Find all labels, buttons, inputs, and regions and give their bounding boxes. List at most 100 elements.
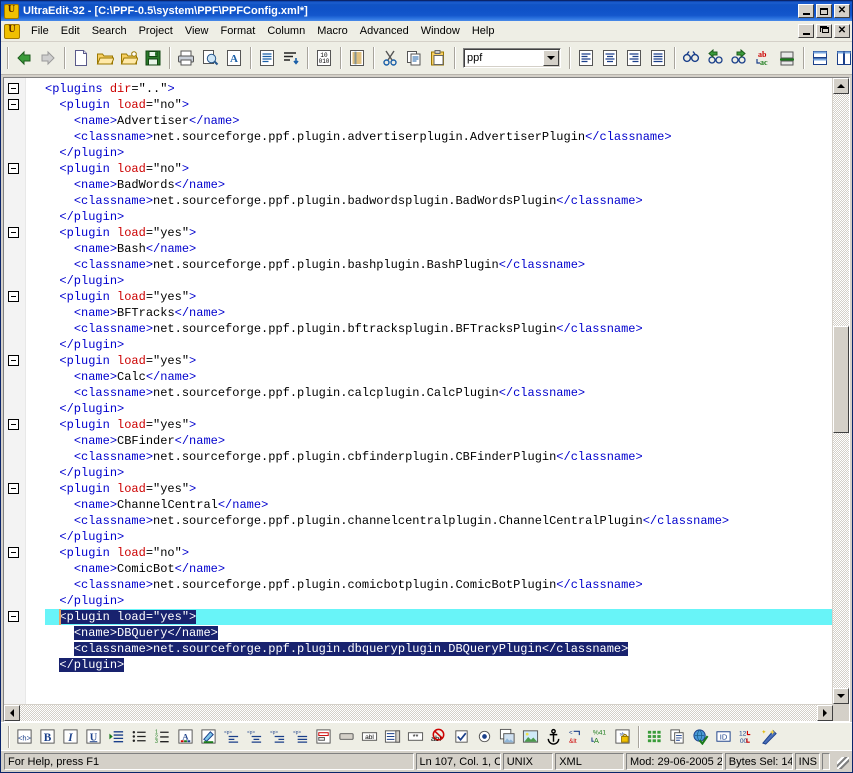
mdi-close-button[interactable]: ✕ xyxy=(834,24,850,38)
chevron-down-icon[interactable] xyxy=(543,50,559,66)
fold-toggle-icon[interactable] xyxy=(8,163,19,174)
paragraph-left-icon[interactable]: <p> xyxy=(220,725,243,748)
scroll-down-button[interactable] xyxy=(833,688,849,704)
status-line-ending[interactable]: UNIX xyxy=(502,753,554,770)
code-line[interactable]: <name>ChannelCentral</name> xyxy=(45,497,832,513)
code-line[interactable]: <classname>net.sourceforge.ppf.plugin.bf… xyxy=(45,321,832,337)
fold-toggle-icon[interactable] xyxy=(8,611,19,622)
find-icon[interactable] xyxy=(679,46,703,70)
find-previous-icon[interactable] xyxy=(703,46,727,70)
resize-grip[interactable] xyxy=(834,753,850,770)
code-line[interactable]: <classname>net.sourceforge.ppf.plugin.ba… xyxy=(45,257,832,273)
code-line[interactable]: <classname>net.sourceforge.ppf.plugin.ca… xyxy=(45,385,832,401)
code-line[interactable]: <plugins dir=".."> xyxy=(45,81,832,97)
menu-item-file[interactable]: File xyxy=(25,23,55,39)
word-wrap-icon[interactable] xyxy=(255,46,279,70)
vertical-scrollbar[interactable] xyxy=(832,78,849,704)
print-preview-icon[interactable] xyxy=(198,46,222,70)
menu-item-column[interactable]: Column xyxy=(261,23,311,39)
vertical-scroll-track[interactable] xyxy=(833,94,849,688)
menu-item-project[interactable]: Project xyxy=(133,23,179,39)
code-line[interactable]: <plugin load="yes"> xyxy=(45,289,832,305)
code-line[interactable]: <plugin load="yes"> xyxy=(45,417,832,433)
code-line[interactable]: <name>Calc</name> xyxy=(45,369,832,385)
text-field-icon[interactable]: abl xyxy=(358,725,381,748)
code-line[interactable]: </plugin> xyxy=(45,593,832,609)
validate-icon[interactable] xyxy=(689,725,712,748)
code-line[interactable]: <classname>net.sourceforge.ppf.plugin.ad… xyxy=(45,129,832,145)
scroll-up-button[interactable] xyxy=(833,78,849,94)
cut-icon[interactable] xyxy=(378,46,402,70)
no-abbr-icon[interactable]: abr xyxy=(427,725,450,748)
document-menu-icon[interactable] xyxy=(4,23,20,39)
hex-edit-icon[interactable]: 10 010 xyxy=(312,46,336,70)
code-line[interactable]: <classname>net.sourceforge.ppf.plugin.co… xyxy=(45,577,832,593)
indent-icon[interactable] xyxy=(105,725,128,748)
scroll-right-button[interactable] xyxy=(817,705,833,721)
open-recent-icon[interactable] xyxy=(117,46,141,70)
align-right-icon[interactable] xyxy=(622,46,646,70)
secure-page-icon[interactable]: sh xyxy=(611,725,634,748)
entity-icon[interactable]: < &lt xyxy=(565,725,588,748)
underline-icon[interactable]: U xyxy=(82,725,105,748)
password-field-icon[interactable]: ** xyxy=(404,725,427,748)
list-box-icon[interactable] xyxy=(381,725,404,748)
fold-toggle-icon[interactable] xyxy=(8,419,19,430)
fold-toggle-icon[interactable] xyxy=(8,355,19,366)
code-line[interactable]: <plugin load="yes"> xyxy=(45,609,832,625)
align-center-icon[interactable] xyxy=(598,46,622,70)
function-list-combo[interactable]: ppf xyxy=(463,48,561,68)
id-icon[interactable]: ID xyxy=(712,725,735,748)
code-line[interactable]: <name>BFTracks</name> xyxy=(45,305,832,321)
paste-icon[interactable] xyxy=(426,46,450,70)
paragraph-center-icon[interactable]: <p> xyxy=(243,725,266,748)
table-copy-icon[interactable] xyxy=(666,725,689,748)
code-line[interactable]: <classname>net.sourceforge.ppf.plugin.cb… xyxy=(45,449,832,465)
code-line[interactable]: <plugin load="no"> xyxy=(45,545,832,561)
status-insert-mode[interactable]: INS xyxy=(794,753,821,770)
anchor-icon[interactable] xyxy=(542,725,565,748)
fold-toggle-icon[interactable] xyxy=(8,227,19,238)
code-line[interactable]: <classname>net.sourceforge.ppf.plugin.ba… xyxy=(45,193,832,209)
menu-item-view[interactable]: View xyxy=(179,23,215,39)
form-icon[interactable] xyxy=(312,725,335,748)
code-line[interactable]: </plugin> xyxy=(45,145,832,161)
menu-item-advanced[interactable]: Advanced xyxy=(354,23,415,39)
tile-vertical-icon[interactable] xyxy=(832,46,853,70)
print-icon[interactable] xyxy=(174,46,198,70)
table-icon[interactable] xyxy=(643,725,666,748)
menu-item-window[interactable]: Window xyxy=(415,23,466,39)
numbered-list-icon[interactable]: 123 xyxy=(151,725,174,748)
code-line[interactable]: <classname>net.sourceforge.ppf.plugin.db… xyxy=(45,641,832,657)
fold-toggle-icon[interactable] xyxy=(8,99,19,110)
menu-item-macro[interactable]: Macro xyxy=(311,23,354,39)
code-line[interactable]: </plugin> xyxy=(45,529,832,545)
special-char-icon[interactable]: %41 A xyxy=(588,725,611,748)
status-file-type[interactable]: XML xyxy=(555,753,624,770)
open-folder-icon[interactable] xyxy=(93,46,117,70)
code-line[interactable]: </plugin> xyxy=(45,401,832,417)
button-icon[interactable] xyxy=(335,725,358,748)
save-icon[interactable] xyxy=(141,46,165,70)
forward-icon[interactable] xyxy=(36,46,60,70)
replace-icon[interactable]: ab ac xyxy=(751,46,775,70)
code-line[interactable]: <name>Advertiser</name> xyxy=(45,113,832,129)
find-in-files-icon[interactable] xyxy=(775,46,799,70)
menu-item-help[interactable]: Help xyxy=(466,23,501,39)
menu-item-format[interactable]: Format xyxy=(214,23,261,39)
checkbox-icon[interactable] xyxy=(450,725,473,748)
number-format-icon[interactable]: 12 00 xyxy=(735,725,758,748)
code-text-area[interactable]: <plugins dir=".."> <plugin load="no"> <n… xyxy=(45,78,832,704)
mdi-restore-button[interactable] xyxy=(816,24,832,38)
code-line[interactable]: <plugin load="no"> xyxy=(45,97,832,113)
horizontal-scroll-track[interactable] xyxy=(20,705,817,721)
align-left-icon[interactable] xyxy=(574,46,598,70)
new-file-icon[interactable] xyxy=(69,46,93,70)
column-mode-icon[interactable] xyxy=(345,46,369,70)
paragraph-right-icon[interactable]: <p> xyxy=(266,725,289,748)
menu-item-search[interactable]: Search xyxy=(86,23,133,39)
radio-button-icon[interactable] xyxy=(473,725,496,748)
code-line[interactable]: <name>ComicBot</name> xyxy=(45,561,832,577)
fold-toggle-icon[interactable] xyxy=(8,483,19,494)
code-line[interactable]: <plugin load="yes"> xyxy=(45,225,832,241)
